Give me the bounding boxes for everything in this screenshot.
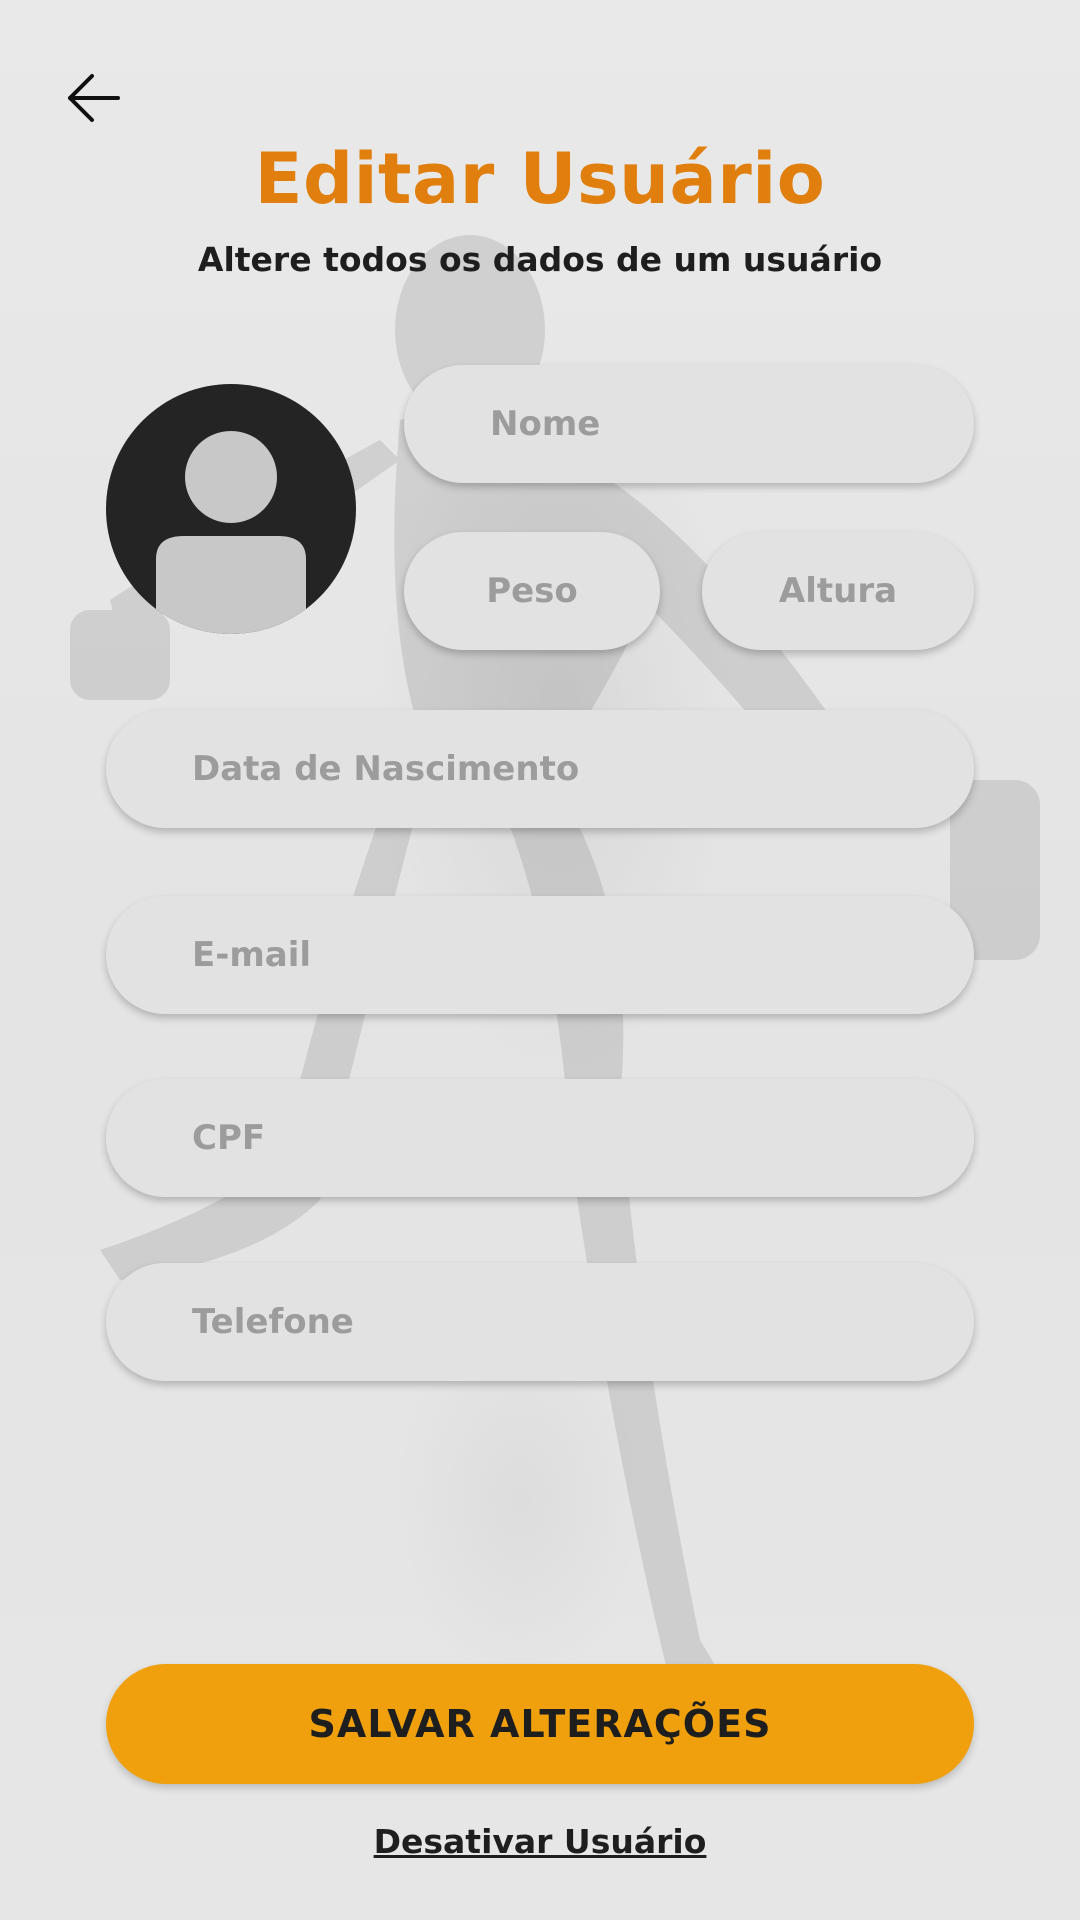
email-input[interactable]: E-mail: [106, 896, 974, 1014]
arrow-left-icon[interactable]: [64, 70, 124, 126]
page-subtitle: Altere todos os dados de um usuário: [197, 240, 883, 279]
telefone-placeholder: Telefone: [192, 1302, 354, 1342]
birthdate-placeholder: Data de Nascimento: [192, 749, 580, 789]
save-changes-label: SALVAR ALTERAÇÕES: [308, 1702, 772, 1746]
avatar[interactable]: [106, 384, 356, 634]
deactivate-user-link[interactable]: Desativar Usuário: [0, 1822, 1080, 1861]
nome-placeholder: Nome: [490, 404, 601, 444]
altura-placeholder: Altura: [778, 571, 898, 611]
email-placeholder: E-mail: [192, 935, 312, 975]
page-title: Editar Usuário: [254, 138, 826, 220]
peso-placeholder: Peso: [486, 571, 578, 611]
peso-input[interactable]: Peso: [404, 532, 660, 650]
save-changes-button[interactable]: SALVAR ALTERAÇÕES: [106, 1664, 974, 1784]
nome-input[interactable]: Nome: [404, 365, 974, 483]
cpf-input[interactable]: CPF: [106, 1079, 974, 1197]
birthdate-input[interactable]: Data de Nascimento: [106, 710, 974, 828]
telefone-input[interactable]: Telefone: [106, 1263, 974, 1381]
altura-input[interactable]: Altura: [702, 532, 974, 650]
cpf-placeholder: CPF: [192, 1118, 266, 1158]
user-placeholder-icon: [156, 431, 306, 634]
